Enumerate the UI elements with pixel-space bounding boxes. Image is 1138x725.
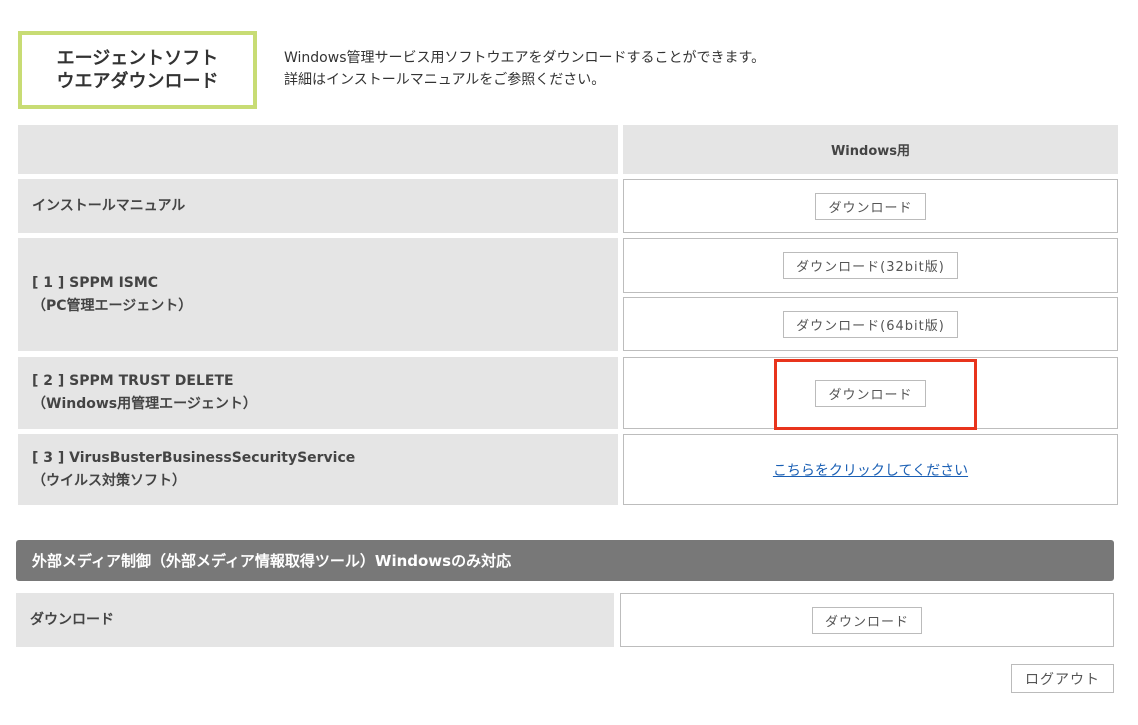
row-cell-sppm-ismc-64: ダウンロード(64bit版) (623, 297, 1118, 351)
row-label-sppm-ismc: [ 1 ] SPPM ISMC （PC管理エージェント） (18, 238, 618, 351)
page-title-line1: エージェントソフト (56, 48, 219, 69)
page-description: Windows管理サービス用ソフトウエアをダウンロードすることができます。 詳細… (284, 47, 765, 91)
row-label-text: [ 3 ] VirusBusterBusinessSecurityService (32, 449, 356, 466)
row-label-external-media-download: ダウンロード (16, 593, 614, 647)
row-label-text: [ 1 ] SPPM ISMC (32, 274, 159, 291)
row-label-text: インストールマニュアル (32, 197, 186, 214)
page-title-box: エージェントソフト ウエアダウンロード (18, 31, 257, 109)
download-external-media-button[interactable]: ダウンロード (811, 606, 922, 634)
description-line2: 詳細はインストールマニュアルをご参照ください。 (284, 72, 606, 88)
row-label-subtext: （PC管理エージェント） (32, 297, 193, 314)
column-header-windows: Windows用 (623, 125, 1118, 174)
row-label-subtext: （Windows用管理エージェント） (32, 396, 257, 412)
row-cell-sppm-ismc-32: ダウンロード(32bit版) (623, 238, 1118, 293)
logout-button[interactable]: ログアウト (1011, 664, 1114, 693)
download-sppm-ismc-32bit-button[interactable]: ダウンロード(32bit版) (783, 252, 958, 279)
row-label-text: ダウンロード (30, 611, 114, 628)
table-header-empty (18, 125, 618, 174)
description-line1: Windows管理サービス用ソフトウエアをダウンロードすることができます。 (284, 50, 766, 66)
row-label-subtext: （ウイルス対策ソフト） (32, 472, 186, 489)
row-cell-external-media-download: ダウンロード (620, 593, 1114, 647)
row-label-virusbuster: [ 3 ] VirusBusterBusinessSecurityService… (18, 434, 618, 505)
virusbuster-link[interactable]: こちらをクリックしてください (773, 460, 968, 480)
row-label-text: [ 2 ] SPPM TRUST DELETE (32, 373, 234, 389)
row-cell-virusbuster: こちらをクリックしてください (623, 434, 1118, 505)
highlight-box (774, 359, 977, 430)
row-label-sppm-trust-delete: [ 2 ] SPPM TRUST DELETE （Windows用管理エージェン… (18, 357, 618, 429)
download-sppm-ismc-64bit-button[interactable]: ダウンロード(64bit版) (783, 310, 958, 338)
download-install-manual-button[interactable]: ダウンロード (815, 192, 926, 220)
row-cell-install-manual: ダウンロード (623, 179, 1118, 233)
page-title-line2: ウエアダウンロード (56, 71, 219, 92)
row-label-install-manual: インストールマニュアル (18, 179, 618, 233)
external-media-section-title: 外部メディア制御（外部メディア情報取得ツール）Windowsのみ対応 (16, 540, 1114, 581)
